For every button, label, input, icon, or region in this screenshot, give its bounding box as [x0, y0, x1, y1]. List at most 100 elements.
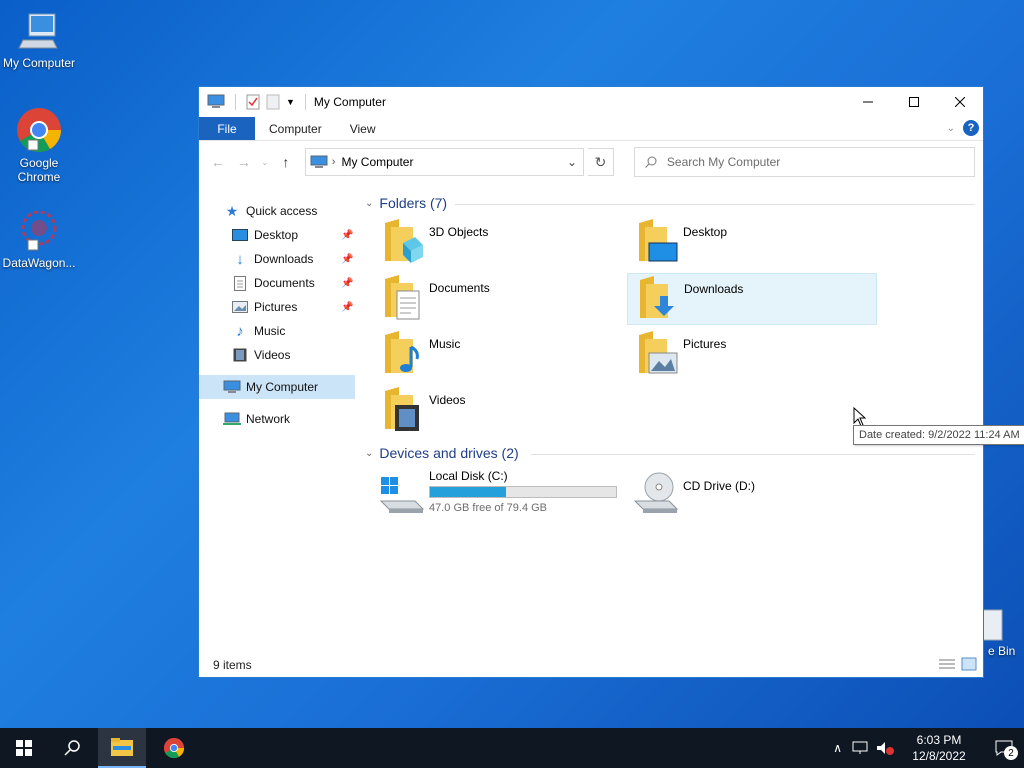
desktop-icon-my-computer[interactable]: My Computer — [0, 10, 78, 70]
sidebar-item-label: Documents — [254, 276, 315, 290]
item-count: 9 items — [213, 658, 252, 672]
title-bar[interactable]: ▼ My Computer — [199, 87, 983, 117]
sidebar-item-label: My Computer — [246, 380, 319, 394]
desktop-icon-datawagon[interactable]: DataWagon... — [0, 206, 78, 270]
sidebar-item-music[interactable]: ♪ Music — [231, 319, 285, 343]
forward-button[interactable]: → — [233, 154, 255, 170]
sidebar-item-network[interactable]: Network — [223, 407, 290, 431]
separator — [235, 94, 236, 110]
group-header-label: Devices and drives (2) — [379, 445, 519, 461]
large-icons-view-icon[interactable] — [961, 657, 977, 671]
navigation-bar: ← → ⌄ ↑ › My Computer ⌄ ↻ Search My Comp… — [199, 141, 983, 183]
details-view-icon[interactable] — [939, 657, 955, 671]
ribbon-tabs: File Computer View ⌄ ? — [199, 117, 983, 141]
search-icon — [645, 156, 657, 168]
collapse-chevron-icon: ⌄ — [365, 447, 374, 459]
cd-drive-icon — [633, 472, 679, 513]
recent-locations-button[interactable]: ⌄ — [259, 158, 271, 167]
network-status-icon[interactable] — [852, 741, 868, 755]
close-button[interactable] — [937, 87, 983, 117]
folder-documents[interactable]: Documents — [381, 273, 631, 325]
sidebar-item-label: Downloads — [254, 252, 314, 266]
window-title: My Computer — [313, 95, 386, 109]
hard-disk-icon — [379, 477, 425, 513]
search-placeholder: Search My Computer — [666, 155, 781, 169]
volume-muted-icon[interactable] — [876, 741, 894, 755]
folder-music[interactable]: Music — [381, 329, 631, 381]
sidebar-item-label: Quick access — [246, 204, 318, 218]
pin-icon[interactable]: 📌 — [341, 230, 353, 241]
folder-label: Desktop — [683, 225, 728, 239]
refresh-button[interactable]: ↻ — [588, 148, 614, 176]
customize-qat-icon[interactable]: ▼ — [286, 97, 295, 107]
folder-label: Pictures — [683, 337, 727, 351]
sidebar-item-desktop[interactable]: Desktop 📌 — [231, 223, 355, 247]
breadcrumb-my-computer[interactable]: My Computer — [341, 155, 413, 169]
windows-logo-icon — [16, 740, 32, 756]
taskbar-file-explorer[interactable] — [98, 728, 146, 768]
group-header-devices[interactable]: ⌄ Devices and drives (2) — [365, 445, 519, 461]
breadcrumb-chevron-icon[interactable]: › — [332, 156, 336, 168]
drive-free-space: 47.0 GB free of 79.4 GB — [429, 502, 548, 514]
address-dropdown-icon[interactable]: ⌄ — [561, 149, 583, 175]
refresh-icon: ↻ — [594, 153, 607, 170]
properties-icon[interactable] — [246, 94, 260, 110]
folder-pictures[interactable]: Pictures — [635, 329, 885, 381]
clock[interactable]: 6:03 PM 12/8/2022 — [904, 732, 974, 764]
sidebar-item-documents[interactable]: Documents 📌 — [231, 271, 355, 295]
address-bar[interactable]: › My Computer ⌄ — [304, 148, 584, 176]
pin-icon[interactable]: 📌 — [341, 278, 353, 289]
minimize-icon — [863, 101, 873, 103]
sidebar-item-videos[interactable]: Videos — [231, 343, 290, 367]
folder-desktop-icon — [639, 219, 678, 262]
expand-ribbon-icon[interactable]: ⌄ — [947, 123, 955, 134]
new-folder-icon[interactable] — [266, 94, 280, 110]
sidebar-item-pictures[interactable]: Pictures 📌 — [231, 295, 355, 319]
pin-icon[interactable]: 📌 — [341, 254, 353, 265]
folder-3d-objects[interactable]: 3D Objects — [381, 217, 631, 269]
drive-usage-fill — [430, 487, 507, 497]
datawagon-icon — [21, 210, 57, 251]
action-center-button[interactable]: 2 — [984, 728, 1024, 768]
folder-label: Downloads — [684, 282, 744, 296]
group-header-folders[interactable]: ⌄ Folders (7) — [365, 195, 447, 211]
drive-label: CD Drive (D:) — [683, 479, 755, 493]
chrome-icon — [163, 737, 185, 759]
tab-file[interactable]: File — [199, 117, 255, 140]
start-button[interactable] — [0, 728, 48, 768]
folder-music-icon — [385, 331, 419, 373]
sidebar-item-downloads[interactable]: ↓ Downloads 📌 — [231, 247, 355, 271]
desktop-icon-label: DataWagon... — [2, 256, 76, 270]
search-button[interactable] — [48, 728, 96, 768]
sidebar-item-quick-access[interactable]: ★ Quick access — [223, 199, 318, 223]
minimize-button[interactable] — [845, 87, 891, 117]
folder-label: Videos — [429, 393, 466, 407]
folder-downloads-icon — [640, 276, 674, 318]
up-button[interactable]: ↑ — [275, 154, 297, 170]
chevron-up-icon[interactable]: ∧ — [833, 741, 842, 755]
system-tray: ∧ 6:03 PM 12/8/2022 2 — [833, 728, 1024, 768]
search-icon — [64, 740, 80, 756]
tab-view[interactable]: View — [336, 117, 390, 140]
drive-cd-d[interactable]: CD Drive (D:) — [633, 469, 883, 519]
folder-downloads[interactable]: Downloads — [627, 273, 877, 325]
document-icon — [231, 275, 249, 291]
network-icon — [223, 411, 241, 427]
maximize-button[interactable] — [891, 87, 937, 117]
pin-icon[interactable]: 📌 — [341, 302, 353, 313]
back-button[interactable]: ← — [207, 154, 229, 170]
desktop-icon-label: Google Chrome — [17, 156, 61, 184]
help-icon[interactable]: ? — [963, 120, 979, 136]
drive-local-disk-c[interactable]: Local Disk (C:) 47.0 GB free of 79.4 GB — [379, 469, 629, 519]
sidebar-item-my-computer[interactable]: My Computer — [199, 375, 355, 399]
computer-icon — [310, 155, 328, 168]
folder-videos[interactable]: Videos — [381, 385, 631, 437]
search-box[interactable]: Search My Computer — [633, 147, 975, 177]
taskbar-chrome[interactable] — [150, 728, 198, 768]
desktop-icon-google-chrome[interactable]: Google Chrome — [0, 106, 78, 184]
sidebar-item-label: Desktop — [254, 228, 299, 242]
picture-icon — [231, 299, 249, 315]
folder-desktop[interactable]: Desktop — [635, 217, 885, 269]
tab-computer[interactable]: Computer — [255, 117, 336, 140]
folder-3d-objects-icon — [385, 219, 423, 263]
